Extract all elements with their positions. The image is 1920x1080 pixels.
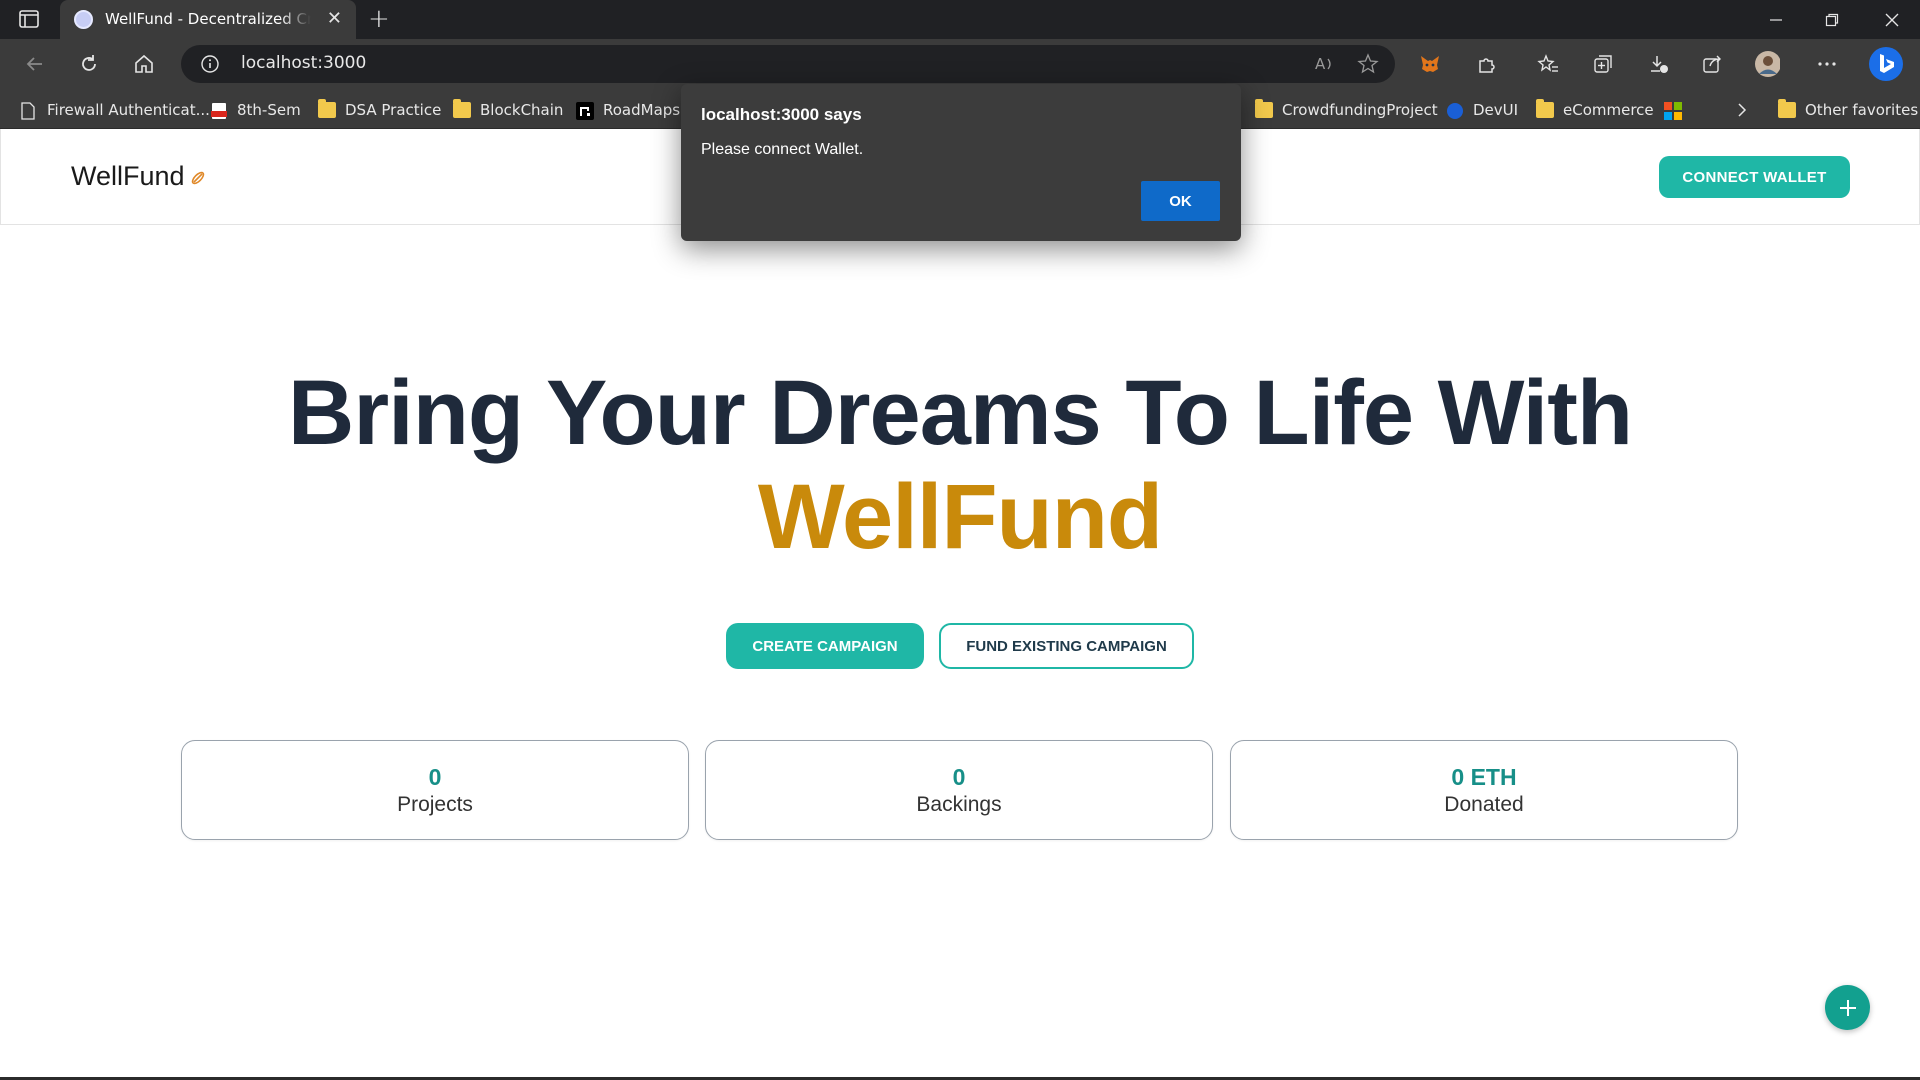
dialog-title: localhost:3000 says <box>701 105 862 124</box>
stat-label: Backings <box>916 793 1002 816</box>
link-icon <box>189 169 207 187</box>
tab-actions-icon[interactable] <box>18 9 42 31</box>
pdf-icon <box>210 102 228 119</box>
stat-card-backings: 0 Backings <box>705 740 1213 840</box>
bookmarks-overflow-chevron-icon[interactable] <box>1736 99 1748 121</box>
folder-icon <box>318 99 336 118</box>
bookmark-item[interactable]: Other favorites <box>1778 99 1918 121</box>
window-close-icon[interactable] <box>1864 0 1920 39</box>
tab-title: WellFund - Decentralized Crowdfunding <box>105 10 311 28</box>
brand-logo-text[interactable]: WellFund <box>71 161 185 192</box>
downloads-icon[interactable] <box>1645 51 1671 77</box>
favorites-icon[interactable] <box>1535 51 1561 77</box>
fund-existing-campaign-button[interactable]: FUND EXISTING CAMPAIGN <box>939 623 1194 669</box>
folder-icon <box>1778 99 1796 118</box>
more-menu-icon[interactable] <box>1814 51 1840 77</box>
share-icon[interactable] <box>1699 51 1725 77</box>
hero-heading: Bring Your Dreams To Life With WellFund <box>0 361 1920 569</box>
bookmark-item[interactable]: eCommerce <box>1536 99 1654 121</box>
hero-brand-accent: WellFund <box>757 466 1163 568</box>
tab-close-icon[interactable]: ✕ <box>327 9 342 29</box>
dialog-ok-button[interactable]: OK <box>1141 181 1220 221</box>
bookmark-label: RoadMaps <box>603 101 681 119</box>
bookmark-item[interactable]: DSA Practice <box>318 99 441 121</box>
dialog-message: Please connect Wallet. <box>701 141 864 158</box>
new-tab-button[interactable]: + <box>368 4 390 34</box>
collections-icon[interactable] <box>1590 51 1616 77</box>
bookmark-item[interactable]: DevUI <box>1446 99 1518 121</box>
create-campaign-button[interactable]: CREATE CAMPAIGN <box>726 623 924 669</box>
bookmark-label: DSA Practice <box>345 101 442 119</box>
bookmark-label: Firewall Authenticat... <box>47 101 210 119</box>
bing-copilot-icon[interactable] <box>1868 45 1904 83</box>
bookmark-item[interactable]: RoadMaps <box>576 99 680 121</box>
page-icon <box>20 102 38 120</box>
refresh-icon[interactable] <box>76 51 102 77</box>
hero-line-1: Bring Your Dreams To Life With <box>287 362 1633 464</box>
page-content: WellFund CONNECT WALLET Bring Your Dream… <box>0 129 1920 1080</box>
bookmark-label: BlockChain <box>480 101 564 119</box>
read-aloud-icon[interactable]: A <box>1311 51 1337 77</box>
browser-titlebar: WellFund - Decentralized Crowdfunding ✕ … <box>0 0 1920 39</box>
bookmark-item[interactable]: CrowdfundingProject <box>1255 99 1438 121</box>
bookmark-item[interactable] <box>1664 99 1691 121</box>
bookmark-label: CrowdfundingProject <box>1282 101 1438 119</box>
globe-icon <box>1446 102 1464 119</box>
restore-icon[interactable] <box>1804 0 1860 39</box>
folder-icon <box>1255 99 1273 118</box>
bookmark-label: DevUI <box>1473 101 1519 119</box>
connect-wallet-button[interactable]: CONNECT WALLET <box>1659 156 1850 198</box>
bookmark-item[interactable]: Firewall Authenticat... <box>20 99 210 121</box>
home-icon[interactable] <box>131 51 157 77</box>
stat-card-projects: 0 Projects <box>181 740 689 840</box>
site-info-icon[interactable] <box>201 55 219 73</box>
stat-value: 0 ETH <box>1451 764 1517 790</box>
svg-text:A: A <box>1315 55 1326 73</box>
stat-value: 0 <box>952 764 966 790</box>
plus-icon <box>1839 999 1856 1016</box>
bookmark-label: Other favorites <box>1805 101 1919 119</box>
browser-alert-dialog: localhost:3000 says Please connect Walle… <box>681 84 1241 241</box>
bookmark-label: eCommerce <box>1563 101 1654 119</box>
profile-avatar[interactable] <box>1754 51 1780 77</box>
stat-label: Donated <box>1444 793 1524 816</box>
add-favorite-icon[interactable] <box>1355 51 1381 77</box>
bookmark-item[interactable]: BlockChain <box>453 99 563 121</box>
back-icon[interactable] <box>22 51 48 77</box>
bookmark-label: 8th-Sem <box>237 101 301 119</box>
minimize-icon[interactable] <box>1748 0 1804 39</box>
bookmark-item[interactable]: 8th-Sem <box>210 99 301 121</box>
metamask-extension-icon[interactable] <box>1417 51 1443 77</box>
site-favicon-icon <box>74 10 93 29</box>
stat-value: 0 <box>428 764 442 790</box>
floating-add-button[interactable] <box>1825 985 1870 1030</box>
stat-card-donated: 0 ETH Donated <box>1230 740 1738 840</box>
folder-icon <box>1536 99 1554 118</box>
extensions-icon[interactable] <box>1474 51 1500 77</box>
browser-tab-active[interactable]: WellFund - Decentralized Crowdfunding ✕ <box>60 0 356 39</box>
url-text: localhost:3000 <box>241 53 367 73</box>
address-bar[interactable]: localhost:3000 A <box>181 45 1395 83</box>
microsoft-icon <box>1664 102 1682 120</box>
stat-label: Projects <box>397 793 473 816</box>
browser-toolbar: localhost:3000 A <box>0 39 1920 89</box>
roadmap-icon <box>576 102 594 120</box>
folder-icon <box>453 99 471 118</box>
